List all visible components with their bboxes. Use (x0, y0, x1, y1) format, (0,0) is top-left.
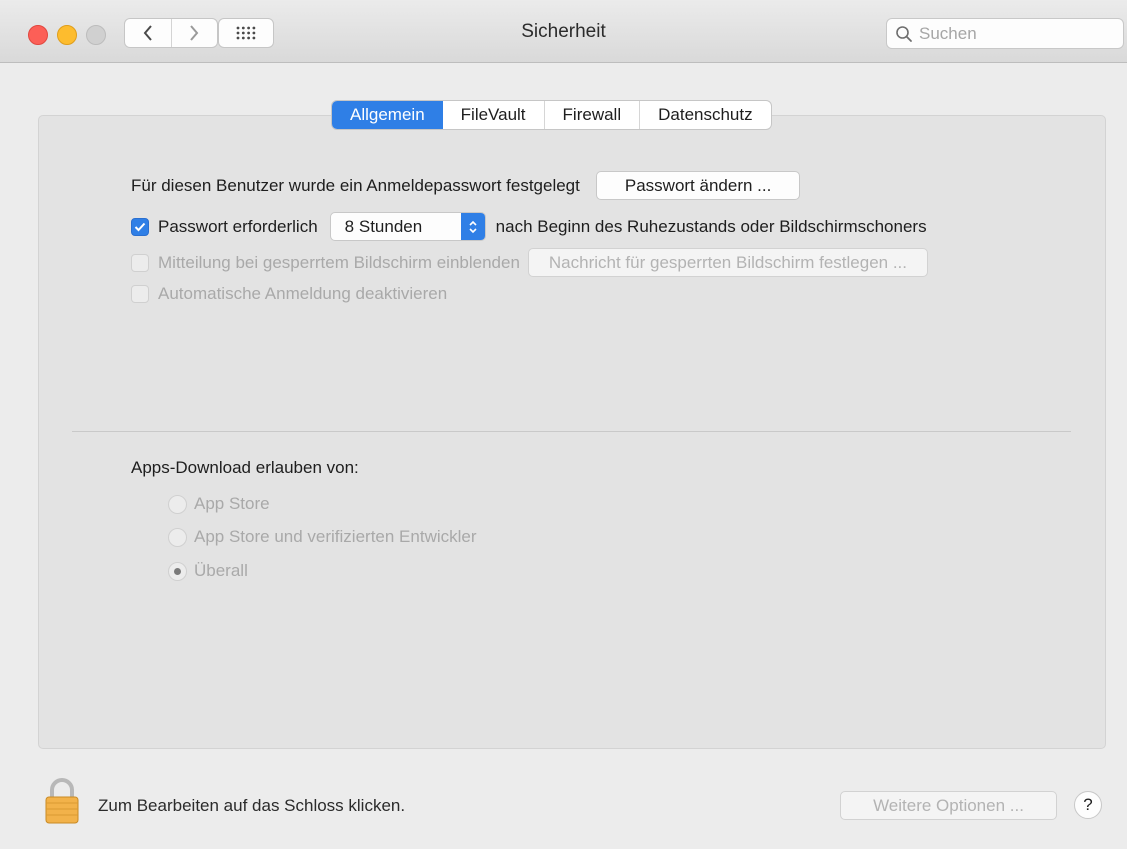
password-set-label: Für diesen Benutzer wurde ein Anmeldepas… (131, 175, 580, 195)
lock-icon (45, 778, 79, 824)
radio-app-store-verified[interactable]: App Store und verifizierten Entwickler (168, 527, 477, 547)
auto-login-row: Automatische Anmeldung deaktivieren (131, 284, 447, 304)
radio-dot (174, 567, 181, 575)
popup-arrows-icon (460, 213, 485, 240)
tab-firewall[interactable]: Firewall (543, 101, 640, 129)
titlebar: Sicherheit Suchen (0, 0, 1127, 63)
set-lock-message-button[interactable]: Nachricht für gesperrten Bildschirm fest… (527, 248, 929, 277)
system-preferences-window: Sicherheit Suchen Allgemein FileVault Fi… (0, 0, 1127, 849)
lock-hint-text: Zum Bearbeiten auf das Schloss klicken. (98, 796, 406, 815)
require-password-row: Passwort erforderlich 8 Stunden nach Beg… (131, 212, 927, 241)
tab-bar: Allgemein FileVault Firewall Datenschutz (331, 100, 772, 130)
radio-button[interactable] (168, 527, 187, 547)
require-password-label: Passwort erforderlich (158, 216, 318, 236)
password-delay-popup[interactable]: 8 Stunden (329, 212, 486, 241)
lock-message-checkbox[interactable] (131, 253, 149, 272)
tab-allgemein[interactable]: Allgemein (332, 101, 443, 129)
help-button[interactable]: ? (1074, 791, 1102, 819)
auto-login-label: Automatische Anmeldung deaktivieren (158, 284, 448, 303)
lock-message-label: Mitteilung bei gesperrtem Bildschirm ein… (158, 252, 520, 272)
require-password-suffix: nach Beginn des Ruhezustands oder Bildsc… (495, 216, 927, 236)
radio-label: Überall (194, 561, 248, 580)
auto-login-checkbox[interactable] (131, 285, 149, 303)
search-field[interactable]: Suchen (886, 18, 1124, 49)
tab-filevault[interactable]: FileVault (443, 101, 544, 129)
search-icon (896, 25, 912, 42)
section-divider (72, 431, 1071, 432)
lock-message-row: Mitteilung bei gesperrtem Bildschirm ein… (131, 248, 929, 277)
lock-button[interactable] (44, 778, 80, 829)
password-row: Für diesen Benutzer wurde ein Anmeldepas… (131, 171, 801, 200)
radio-anywhere[interactable]: Überall (168, 561, 248, 581)
tab-datenschutz[interactable]: Datenschutz (639, 101, 771, 129)
change-password-button[interactable]: Passwort ändern ... (595, 171, 801, 200)
checkmark-icon (134, 222, 146, 231)
downloads-heading: Apps-Download erlauben von: (131, 458, 359, 477)
radio-app-store[interactable]: App Store (168, 494, 270, 514)
search-placeholder: Suchen (919, 23, 977, 43)
more-options-button[interactable]: Weitere Optionen ... (840, 791, 1057, 820)
require-password-checkbox[interactable] (131, 217, 149, 236)
password-delay-value: 8 Stunden (344, 216, 423, 236)
radio-button[interactable] (168, 494, 187, 514)
radio-button-selected[interactable] (168, 561, 187, 581)
radio-label: App Store und verifizierten Entwickler (194, 527, 477, 546)
settings-panel (38, 115, 1106, 749)
radio-label: App Store (194, 494, 270, 513)
